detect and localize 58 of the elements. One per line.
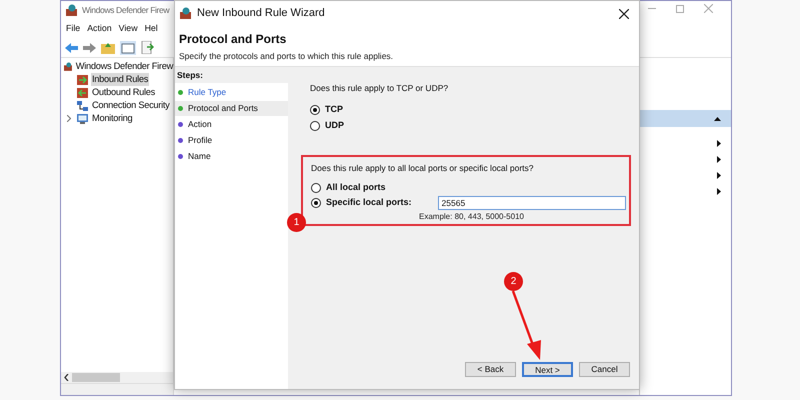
expand-icon[interactable] [717,172,721,178]
folder-up-icon[interactable] [101,42,115,54]
horizontal-scrollbar[interactable] [61,372,173,383]
radio-button[interactable] [310,120,320,131]
close-icon[interactable] [619,8,629,18]
steps-header: Steps: [175,67,288,83]
window-title: Windows Defender Firew [82,4,170,17]
console-icon[interactable] [120,40,136,54]
step-item[interactable]: Name [175,149,288,164]
computers-icon [77,100,88,110]
tree-item[interactable]: Monitoring [91,112,134,126]
minimize-icon[interactable] [648,8,656,10]
export-icon[interactable] [141,41,154,54]
expand-icon[interactable] [717,188,721,194]
menu-item[interactable]: File [66,22,80,36]
step-item[interactable]: Action [175,117,288,132]
menu-item[interactable]: Action [87,22,112,36]
pointer-arrow [512,290,541,360]
radio-button[interactable] [311,182,321,192]
question-text: Does this rule apply to all local ports or specific local ports? [311,162,535,174]
firewall-icon [179,7,192,20]
tree-item[interactable]: Windows Defender Firew [76,60,173,74]
expand-icon[interactable] [717,156,721,162]
rule-icon [77,88,88,98]
scroll-left-icon[interactable] [64,374,69,381]
dialog-button[interactable]: < Back [465,362,516,377]
menu-item[interactable]: View [118,22,138,36]
radio-button[interactable] [311,198,321,208]
radio-label[interactable]: UDP [325,119,344,132]
expand-icon[interactable] [717,140,721,146]
page-subtitle: Specify the protocols and ports to which this rule applies. [179,50,394,63]
ports-field[interactable]: 25565 [438,196,626,210]
scrollbar-thumb[interactable] [72,373,120,382]
radio-label[interactable]: Specific local ports: [326,196,412,210]
dialog-button[interactable]: Cancel [579,362,630,377]
dialog-title: New Inbound Rule Wizard [197,6,326,22]
question-text: Does this rule apply to TCP or UDP? [310,82,450,95]
forward-arrow-icon[interactable] [83,42,96,52]
radio-label[interactable]: TCP [325,103,343,116]
dialog-button[interactable]: Next > [522,362,573,377]
monitor-icon [77,114,88,124]
collapse-icon[interactable] [714,116,721,120]
rule-icon [77,74,88,84]
tree-item[interactable]: Outbound Rules [91,86,156,100]
menu-item[interactable]: Hel [144,22,158,36]
tree-item[interactable]: Connection Security [91,98,171,112]
step-item[interactable]: Profile [175,133,288,148]
radio-button[interactable] [310,104,320,115]
hint-text: Example: 80, 443, 5000-5010 [418,210,525,222]
page-heading: Protocol and Ports [179,31,288,48]
back-arrow-icon[interactable] [65,42,78,52]
firewall-icon [65,4,78,17]
step-item[interactable]: Protocol and Ports [175,101,288,116]
radio-label[interactable]: All local ports [326,180,386,194]
step-item[interactable]: Rule Type [175,85,288,100]
maximize-icon[interactable] [676,4,684,12]
firewall-icon [64,61,73,72]
tree-item[interactable]: Inbound Rules [91,72,150,86]
